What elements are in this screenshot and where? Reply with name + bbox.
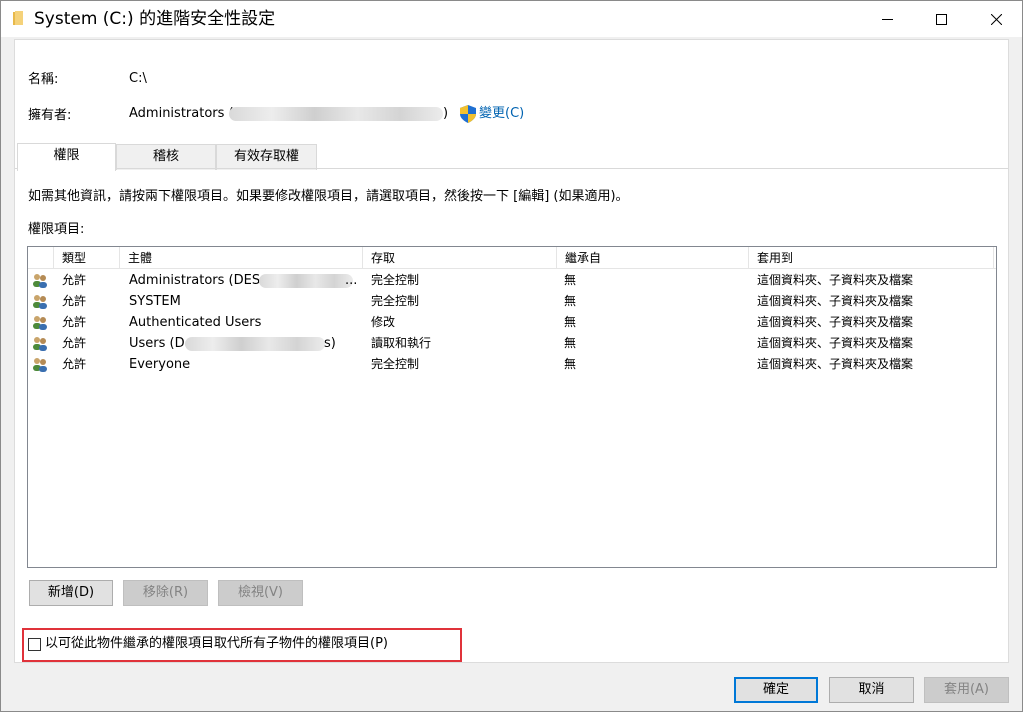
list-header: 類型 主體 存取 繼承自 套用到 xyxy=(28,247,996,269)
column-applies-to[interactable]: 套用到 xyxy=(749,247,994,269)
permission-entries-list[interactable]: 類型 主體 存取 繼承自 套用到 允許 Administrators (DESK… xyxy=(27,246,997,568)
entry-access: 讀取和執行 xyxy=(371,336,432,350)
entry-applies: 這個資料夾、子資料夾及檔案 xyxy=(757,357,914,371)
column-inherited-from[interactable]: 繼承自 xyxy=(557,247,749,269)
remove-button[interactable]: 移除(R) xyxy=(123,580,208,606)
close-button[interactable] xyxy=(973,1,1019,37)
table-row[interactable]: 允許 SYSTEM 完全控制 無 這個資料夾、子資料夾及檔案 xyxy=(28,291,996,312)
owner-value-suffix: ) xyxy=(443,106,449,121)
owner-label: 擁有者: xyxy=(28,108,72,123)
name-value: C:\ xyxy=(129,71,147,86)
uac-shield-icon xyxy=(460,105,476,123)
tab-auditing[interactable]: 稽核 xyxy=(116,144,216,170)
close-icon xyxy=(990,13,1002,25)
entry-inherited: 無 xyxy=(564,315,577,329)
entry-principal: Administrators (DESK xyxy=(129,273,261,288)
entry-applies: 這個資料夾、子資料夾及檔案 xyxy=(757,273,914,287)
minimize-button[interactable] xyxy=(864,1,910,37)
principal-redacted xyxy=(185,337,325,351)
entry-access: 完全控制 xyxy=(371,357,420,371)
maximize-button[interactable] xyxy=(918,1,964,37)
permission-entries-label: 權限項目: xyxy=(28,222,85,237)
window-title: System (C:) 的進階安全性設定 xyxy=(34,9,276,29)
column-principal[interactable]: 主體 xyxy=(120,247,363,269)
entry-type: 允許 xyxy=(62,294,87,308)
tab-divider xyxy=(15,168,1008,169)
entry-inherited: 無 xyxy=(564,357,577,371)
entry-applies: 這個資料夾、子資料夾及檔案 xyxy=(757,315,914,329)
maximize-icon xyxy=(935,13,947,25)
apply-button[interactable]: 套用(A) xyxy=(924,677,1009,703)
users-icon xyxy=(33,358,47,372)
users-icon xyxy=(33,295,47,309)
table-row[interactable]: 允許 Authenticated Users 修改 無 這個資料夾、子資料夾及檔… xyxy=(28,312,996,333)
title-bar[interactable]: System (C:) 的進階安全性設定 xyxy=(1,1,1022,37)
cancel-button[interactable]: 取消 xyxy=(829,677,914,703)
users-icon xyxy=(33,316,47,330)
add-button[interactable]: 新增(D) xyxy=(29,580,113,606)
folder-icon xyxy=(13,11,23,25)
tab-effective-access[interactable]: 有效存取權 xyxy=(216,144,317,170)
entry-type: 允許 xyxy=(62,315,87,329)
users-icon xyxy=(33,337,47,351)
name-label: 名稱: xyxy=(28,72,59,87)
entry-principal: SYSTEM xyxy=(129,294,181,309)
entry-access: 完全控制 xyxy=(371,273,420,287)
entry-principal-tail: s) xyxy=(324,336,336,351)
entry-access: 完全控制 xyxy=(371,294,420,308)
entry-type: 允許 xyxy=(62,336,87,350)
table-row[interactable]: 允許 Everyone 完全控制 無 這個資料夾、子資料夾及檔案 xyxy=(28,354,996,375)
ok-button[interactable]: 確定 xyxy=(734,677,818,703)
entry-inherited: 無 xyxy=(564,294,577,308)
owner-value-prefix: Administrators ( xyxy=(129,106,234,121)
view-button[interactable]: 檢視(V) xyxy=(218,580,303,606)
entry-applies: 這個資料夾、子資料夾及檔案 xyxy=(757,336,914,350)
principal-redacted xyxy=(259,274,353,288)
tab-permissions[interactable]: 權限 xyxy=(17,143,116,171)
entry-type: 允許 xyxy=(62,357,87,371)
content-panel: 名稱: C:\ 擁有者: Administrators ( ) 變更(C) 權限… xyxy=(14,39,1009,663)
change-owner-link[interactable]: 變更(C) xyxy=(479,106,524,122)
entry-principal-tail: ... xyxy=(345,273,358,288)
entry-access: 修改 xyxy=(371,315,396,329)
table-row[interactable]: 允許 Users (D s) 讀取和執行 無 這個資料夾、子資料夾及檔案 xyxy=(28,333,996,354)
entry-type: 允許 xyxy=(62,273,87,287)
replace-child-permissions-label[interactable]: 以可從此物件繼承的權限項目取代所有子物件的權限項目(P) xyxy=(45,636,388,652)
replace-child-permissions-checkbox[interactable] xyxy=(28,638,41,651)
column-icon xyxy=(28,247,54,269)
entry-principal: Users (D xyxy=(129,336,185,351)
entry-applies: 這個資料夾、子資料夾及檔案 xyxy=(757,294,914,308)
entry-principal: Authenticated Users xyxy=(129,315,262,330)
users-icon xyxy=(33,274,47,288)
minimize-icon xyxy=(881,18,893,20)
entry-principal: Everyone xyxy=(129,357,191,372)
entry-inherited: 無 xyxy=(564,336,577,350)
column-type[interactable]: 類型 xyxy=(54,247,120,269)
entry-inherited: 無 xyxy=(564,273,577,287)
table-row[interactable]: 允許 Administrators (DESK ... 完全控制 無 這個資料夾… xyxy=(28,270,996,291)
instructions-text: 如需其他資訊，請按兩下權限項目。如果要修改權限項目，請選取項目，然後按一下 [編… xyxy=(28,189,629,204)
security-settings-window: System (C:) 的進階安全性設定 名稱: C:\ 擁有者: Admini… xyxy=(0,0,1023,712)
column-access[interactable]: 存取 xyxy=(363,247,557,269)
owner-redacted xyxy=(229,107,443,121)
